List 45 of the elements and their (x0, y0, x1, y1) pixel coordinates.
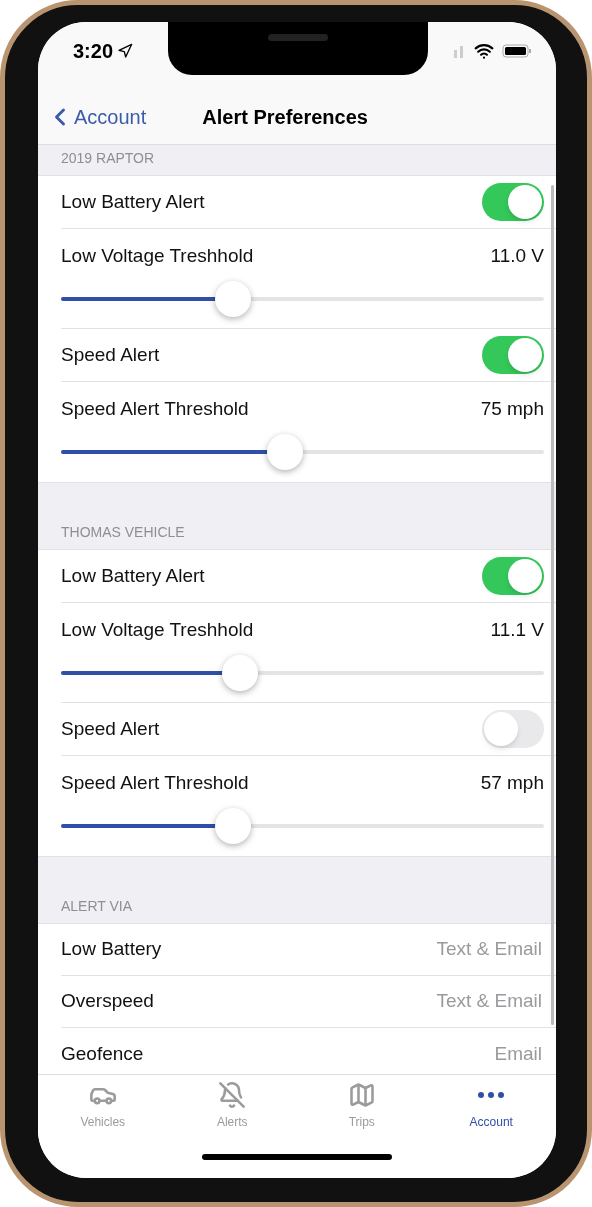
row-label: Low Battery Alert (61, 189, 205, 214)
row-value: Text & Email (436, 989, 542, 1014)
row-label: Low Battery Alert (61, 563, 205, 588)
slider[interactable] (61, 655, 544, 691)
row-label: Low Voltage Treshhold (61, 243, 254, 268)
row-label: Low Battery (61, 937, 162, 962)
threshold-value: 11.1 V (490, 617, 544, 642)
bell-off-icon (218, 1080, 247, 1109)
slider-thumb[interactable] (221, 655, 258, 691)
battery-icon (502, 44, 532, 58)
location-arrow-icon (117, 43, 133, 59)
section-header: THOMAS VEHICLE (61, 523, 185, 542)
row-label: Speed Alert (61, 716, 160, 741)
row-value: Email (494, 1041, 542, 1066)
row-label: Speed Alert Threshold (61, 396, 249, 421)
toggle-switch[interactable] (482, 710, 544, 748)
threshold-value: 11.0 V (490, 243, 544, 268)
screen-title: Alert Preferences (202, 105, 368, 130)
threshold-value: 57 mph (480, 770, 544, 795)
list-row[interactable]: Geofence Email (61, 1028, 556, 1074)
row-label: Speed Alert (61, 342, 160, 367)
map-icon (347, 1080, 376, 1109)
slider[interactable] (61, 281, 544, 317)
more-icon (478, 1091, 505, 1098)
row-value: Text & Email (436, 937, 542, 962)
slider[interactable] (61, 808, 544, 844)
toggle-switch[interactable] (482, 557, 544, 595)
toggle-switch[interactable] (482, 336, 544, 374)
slider-thumb[interactable] (215, 808, 252, 844)
signal-icon (452, 44, 466, 58)
row-label: Overspeed (61, 989, 154, 1014)
section-header: 2019 RAPTOR (61, 149, 155, 168)
toggle-switch[interactable] (482, 183, 544, 221)
row-label: Geofence (61, 1041, 144, 1066)
slider[interactable] (61, 434, 544, 470)
status-time: 3:20 (73, 39, 113, 64)
slider-thumb[interactable] (266, 434, 303, 470)
row-label: Speed Alert Threshold (61, 770, 249, 795)
slider-thumb[interactable] (215, 281, 252, 317)
row-label: Low Voltage Treshhold (61, 617, 254, 642)
wifi-icon (474, 41, 494, 61)
back-button[interactable]: Account (46, 102, 147, 132)
section-header: ALERT VIA (61, 897, 133, 916)
tab-item[interactable]: Account (426, 1075, 556, 1136)
threshold-value: 75 mph (480, 396, 544, 421)
